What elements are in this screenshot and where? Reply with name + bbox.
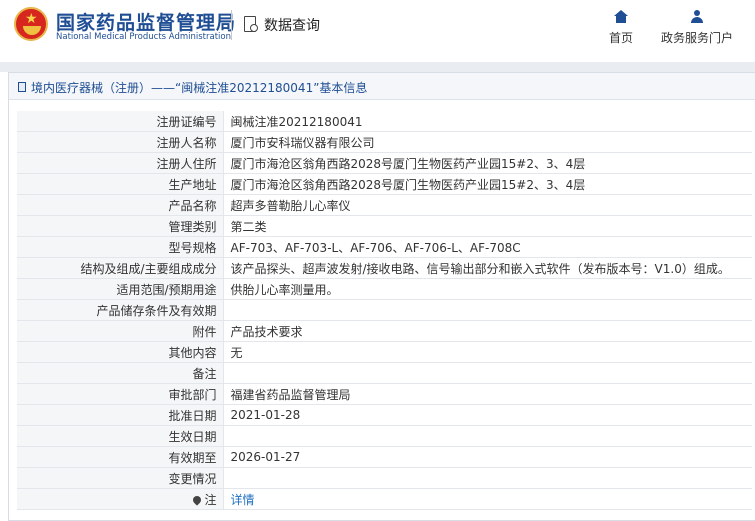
nav-home[interactable]: 首页	[605, 10, 637, 46]
note-label: 注	[204, 492, 217, 507]
info-table: 注册证编号 闽械注准20212180041 注册人名称 厦门市安科瑞仪器有限公司 注…	[17, 111, 752, 510]
panel-title: 境内医疗器械（注册）——“闽械注准20212180041”基本信息	[31, 81, 368, 95]
row-value: 超声多普勒胎儿心率仪	[223, 194, 752, 216]
row-value	[223, 425, 752, 447]
row-label: 注册证编号	[17, 111, 224, 132]
table-row: 型号规格 AF-703、AF-703-L、AF-706、AF-706-L、AF-7…	[17, 236, 752, 258]
row-label-note: 注	[17, 488, 224, 510]
table-row: 备注	[17, 362, 752, 384]
row-label: 附件	[17, 320, 224, 342]
pin-icon	[191, 493, 204, 506]
row-label: 产品名称	[17, 194, 224, 216]
table-row: 其他内容无	[17, 341, 752, 363]
row-label: 生产地址	[17, 173, 224, 195]
row-value: 厦门市安科瑞仪器有限公司	[223, 131, 752, 153]
row-value	[223, 467, 752, 489]
table-row: 生产地址 厦门市海沧区翁角西路2028号厦门生物医药产业园15#2、3、4层	[17, 173, 752, 195]
home-icon	[614, 10, 628, 23]
nav-home-label: 首页	[608, 31, 633, 45]
table-row: 注册人住所 厦门市海沧区翁角西路2028号厦门生物医药产业园15#2、3、4层	[17, 152, 752, 174]
header-band	[0, 62, 755, 72]
row-label: 生效日期	[17, 425, 224, 447]
data-query-icon[interactable]	[244, 16, 258, 32]
row-label: 注册人名称	[17, 131, 224, 153]
nav-service-portal[interactable]: 政务服务门户	[656, 10, 738, 46]
info-panel: 境内医疗器械（注册）——“闽械注准20212180041”基本信息 注册证编号闽…	[8, 72, 755, 521]
table-row: 附件 产品技术要求	[17, 320, 752, 342]
table-row: 结构及组成/主要组成成分 该产品探头、超声波发射/接收电路、信号输出部分和嵌入式软…	[17, 257, 752, 279]
detail-link[interactable]: 详情	[231, 493, 255, 507]
table-row: 产品名称 超声多普勒胎儿心率仪	[17, 194, 752, 216]
site-header: ★ 国家药品监督管理局 National Medical Products Ad…	[0, 0, 755, 62]
table-row: 批准日期 2021-01-28	[17, 404, 752, 426]
panel-title-bar: 境内医疗器械（注册）——“闽械注准20212180041”基本信息	[9, 73, 755, 100]
row-value: 该产品探头、超声波发射/接收电路、信号输出部分和嵌入式软件（发布版本号：V1.0…	[223, 257, 752, 279]
row-value: 无	[223, 341, 752, 363]
row-label: 产品储存条件及有效期	[17, 299, 224, 321]
site-name-cn[interactable]: 国家药品监督管理局	[56, 8, 236, 35]
row-label: 管理类别	[17, 215, 224, 237]
row-value: 2026-01-27	[223, 446, 752, 468]
table-row: 管理类别 第二类	[17, 215, 752, 237]
table-row: 有效期至 2026-01-27	[17, 446, 752, 468]
row-value: 第二类	[223, 215, 752, 237]
row-value: 厦门市海沧区翁角西路2028号厦门生物医药产业园15#2、3、4层	[223, 152, 752, 174]
user-icon	[690, 10, 704, 23]
row-label: 批准日期	[17, 404, 224, 426]
row-value	[223, 299, 752, 321]
document-icon	[18, 82, 26, 92]
table-row: 变更情况	[17, 467, 752, 489]
row-label: 其他内容	[17, 341, 224, 363]
row-label: 结构及组成/主要组成成分	[17, 257, 224, 279]
site-name-en: National Medical Products Administration	[56, 32, 231, 42]
header-divider	[231, 10, 232, 40]
national-emblem-icon: ★	[14, 7, 48, 41]
row-label: 有效期至	[17, 446, 224, 468]
nav-service-portal-label: 政务服务门户	[660, 31, 733, 45]
data-query-label[interactable]: 数据查询	[264, 15, 320, 35]
row-value: 福建省药品监督管理局	[223, 383, 752, 405]
row-value: 2021-01-28	[223, 404, 752, 426]
row-value: 供胎儿心率测量用。	[223, 278, 752, 300]
row-value-note: 详情	[223, 488, 752, 510]
row-value: 厦门市海沧区翁角西路2028号厦门生物医药产业园15#2、3、4层	[223, 173, 752, 195]
row-value: 闽械注准20212180041	[223, 111, 752, 132]
table-row-note: 注 详情	[17, 488, 752, 510]
row-label: 变更情况	[17, 467, 224, 489]
table-row: 适用范围/预期用途 供胎儿心率测量用。	[17, 278, 752, 300]
table-row: 审批部门 福建省药品监督管理局	[17, 383, 752, 405]
table-row: 产品储存条件及有效期	[17, 299, 752, 321]
table-row: 生效日期	[17, 425, 752, 447]
table-row: 注册人名称 厦门市安科瑞仪器有限公司	[17, 131, 752, 153]
row-label: 注册人住所	[17, 152, 224, 174]
row-value: 产品技术要求	[223, 320, 752, 342]
table-row: 注册证编号 闽械注准20212180041	[17, 111, 752, 132]
row-value: AF-703、AF-703-L、AF-706、AF-706-L、AF-708C	[223, 236, 752, 258]
row-label: 型号规格	[17, 236, 224, 258]
row-label: 备注	[17, 362, 224, 384]
row-label: 审批部门	[17, 383, 224, 405]
row-label: 适用范围/预期用途	[17, 278, 224, 300]
row-value	[223, 362, 752, 384]
